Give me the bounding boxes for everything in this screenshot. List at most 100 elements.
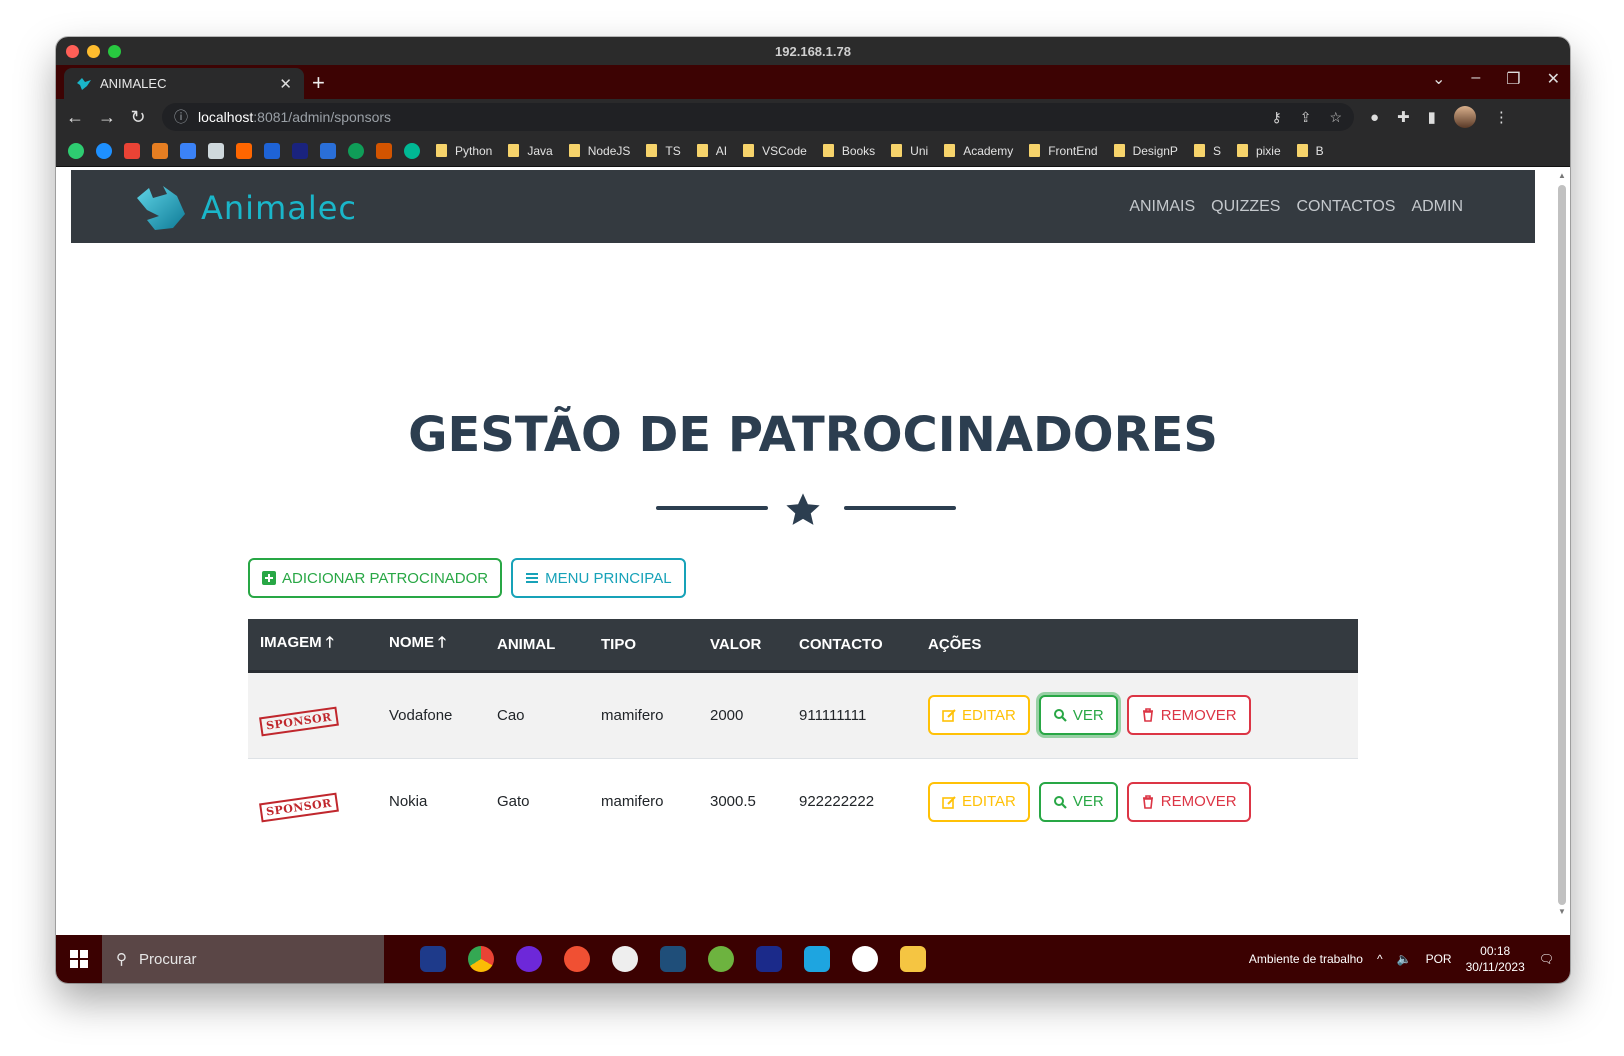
tab-strip: ANIMALEC ✕ + ⌄ – ❐ ✕ <box>56 65 1570 99</box>
menu-item-contactos[interactable]: CONTACTOS <box>1296 198 1395 216</box>
header-nome[interactable]: NOME 🡑 <box>377 619 485 673</box>
mysql-workbench-icon[interactable] <box>660 946 686 972</box>
scrollbar-thumb[interactable] <box>1558 185 1566 905</box>
bookmark-folder[interactable]: VSCode <box>743 144 807 158</box>
bookmark-folder[interactable]: Java <box>508 144 552 158</box>
bookmark-folder[interactable]: AI <box>697 144 727 158</box>
menu-item-admin[interactable]: ADMIN <box>1411 198 1463 216</box>
new-tab-button[interactable]: + <box>312 70 325 96</box>
bookmark-folder[interactable]: Uni <box>891 144 928 158</box>
cell-name: Vodafone <box>377 670 485 758</box>
bookmark-k-icon[interactable] <box>320 142 336 159</box>
key-icon[interactable]: ⚷ <box>1271 109 1281 126</box>
mongodb-compass-icon[interactable] <box>852 946 878 972</box>
bookmark-folder[interactable]: DesignP <box>1114 144 1178 158</box>
close-tab-icon[interactable]: ✕ <box>279 75 292 93</box>
scroll-down-icon[interactable]: ▼ <box>1558 907 1566 916</box>
paypal-icon[interactable] <box>264 142 280 159</box>
scroll-up-icon[interactable]: ▲ <box>1558 171 1566 180</box>
header-tipo: TIPO <box>589 619 698 673</box>
address-bar[interactable]: ⓘ localhost:8081/admin/sponsors ⚷ ⇪ ☆ <box>162 103 1354 131</box>
back-icon[interactable]: ← <box>66 107 84 128</box>
desktop-label[interactable]: Ambiente de trabalho <box>1249 952 1363 966</box>
reload-icon[interactable]: ↻ <box>130 107 146 128</box>
postman-icon[interactable] <box>564 946 590 972</box>
close-window-button[interactable] <box>66 45 79 58</box>
menu-item-animais[interactable]: ANIMAIS <box>1129 198 1195 216</box>
share-icon[interactable]: ⇪ <box>1300 109 1312 126</box>
start-button[interactable] <box>56 935 102 983</box>
header-contacto: CONTACTO <box>787 619 916 673</box>
edit-button[interactable]: EDITAR <box>928 781 1030 822</box>
minimize-window-button[interactable] <box>87 45 100 58</box>
restore-icon[interactable]: ❐ <box>1506 69 1520 89</box>
site-info-icon[interactable]: ⓘ <box>174 107 188 127</box>
bookmark-folder[interactable]: Python <box>436 144 492 158</box>
ycombinator-icon[interactable] <box>236 142 252 159</box>
hs-app-icon[interactable] <box>612 946 638 972</box>
bookmark-folder[interactable]: pixie <box>1237 144 1281 158</box>
bookmark-folder[interactable]: S <box>1194 144 1221 158</box>
bookmark-app-icon[interactable] <box>68 142 84 159</box>
tab-animalec[interactable]: ANIMALEC ✕ <box>64 68 304 99</box>
extension-icon[interactable]: ● <box>1370 109 1379 126</box>
main-menu-button[interactable]: MENU PRINCIPAL <box>511 558 686 598</box>
view-button[interactable]: VER <box>1038 695 1118 735</box>
taskbar-search[interactable]: ⚲ Procurar <box>102 935 384 983</box>
webstorm-icon[interactable] <box>804 946 830 972</box>
edit-icon <box>942 709 956 722</box>
bookmark-folder[interactable]: NodeJS <box>569 144 631 158</box>
page-scrollbar[interactable]: ▲ ▼ <box>1556 171 1568 916</box>
mongodb-icon[interactable] <box>404 142 420 159</box>
bookmark-t-icon[interactable] <box>292 142 308 159</box>
notifications-icon[interactable]: 🗨 <box>1539 952 1554 966</box>
menu-kebab-icon[interactable]: ⋮ <box>1494 108 1509 126</box>
brand[interactable]: Animalec <box>133 184 357 232</box>
bookmark-folder[interactable]: FrontEnd <box>1029 144 1097 158</box>
zoom-window-button[interactable] <box>108 45 121 58</box>
bookmark-folder[interactable]: TS <box>646 144 680 158</box>
close-icon[interactable]: ✕ <box>1547 69 1560 89</box>
language-indicator[interactable]: POR <box>1426 952 1452 966</box>
tray-chevron-icon[interactable]: ^ <box>1377 952 1383 966</box>
add-sponsor-label: ADICIONAR PATROCINADOR <box>282 569 489 587</box>
remove-button[interactable]: REMOVER <box>1126 781 1251 822</box>
plus-square-icon <box>262 571 276 585</box>
volume-icon[interactable]: 🔈 <box>1397 952 1412 966</box>
remove-button[interactable]: REMOVER <box>1126 695 1251 735</box>
spring-icon[interactable] <box>708 946 734 972</box>
todo-app-icon[interactable] <box>420 946 446 972</box>
menu-item-quizzes[interactable]: QUIZZES <box>1211 198 1280 216</box>
header-imagem[interactable]: IMAGEM 🡑 <box>248 619 377 673</box>
sponsors-table: IMAGEM 🡑 NOME 🡑 ANIMAL TIPO VALOR CONTAC… <box>248 619 1358 845</box>
file-explorer-icon[interactable] <box>900 946 926 972</box>
bookmark-search-icon[interactable] <box>208 142 224 159</box>
minimize-icon[interactable]: – <box>1471 69 1480 89</box>
cell-name: Nokia <box>377 757 485 845</box>
star-icon <box>786 493 820 525</box>
edit-button[interactable]: EDITAR <box>928 695 1030 735</box>
tor-icon[interactable] <box>516 946 542 972</box>
stackoverflow-icon[interactable] <box>152 142 168 159</box>
bookmark-folder[interactable]: Academy <box>944 144 1013 158</box>
bookmark-cloud-icon[interactable] <box>96 142 112 159</box>
bookmark-folder[interactable]: B <box>1297 144 1324 158</box>
chrome-icon[interactable] <box>468 946 494 972</box>
gmail-icon[interactable] <box>124 142 140 159</box>
sort-up-icon: 🡑 <box>325 633 334 651</box>
bookmark-loop-icon[interactable] <box>348 142 364 159</box>
bookmark-at-icon[interactable] <box>180 142 196 159</box>
bookmark-n-icon[interactable] <box>376 142 392 159</box>
add-sponsor-button[interactable]: ADICIONAR PATROCINADOR <box>248 558 503 598</box>
profile-avatar[interactable] <box>1453 106 1476 128</box>
cell-value: 3000.5 <box>698 757 787 845</box>
view-button[interactable]: VER <box>1038 781 1118 822</box>
tab-search-icon[interactable]: ⌄ <box>1432 69 1445 89</box>
bookmark-star-icon[interactable]: ☆ <box>1329 109 1342 126</box>
puzzle-icon[interactable]: ✚ <box>1397 108 1410 126</box>
sidepanel-icon[interactable]: ▮ <box>1428 108 1436 126</box>
clock[interactable]: 00:18 30/11/2023 <box>1466 943 1525 975</box>
bookmark-folder[interactable]: Books <box>823 144 875 158</box>
forward-icon[interactable]: → <box>98 107 116 128</box>
intellij-icon[interactable] <box>756 946 782 972</box>
